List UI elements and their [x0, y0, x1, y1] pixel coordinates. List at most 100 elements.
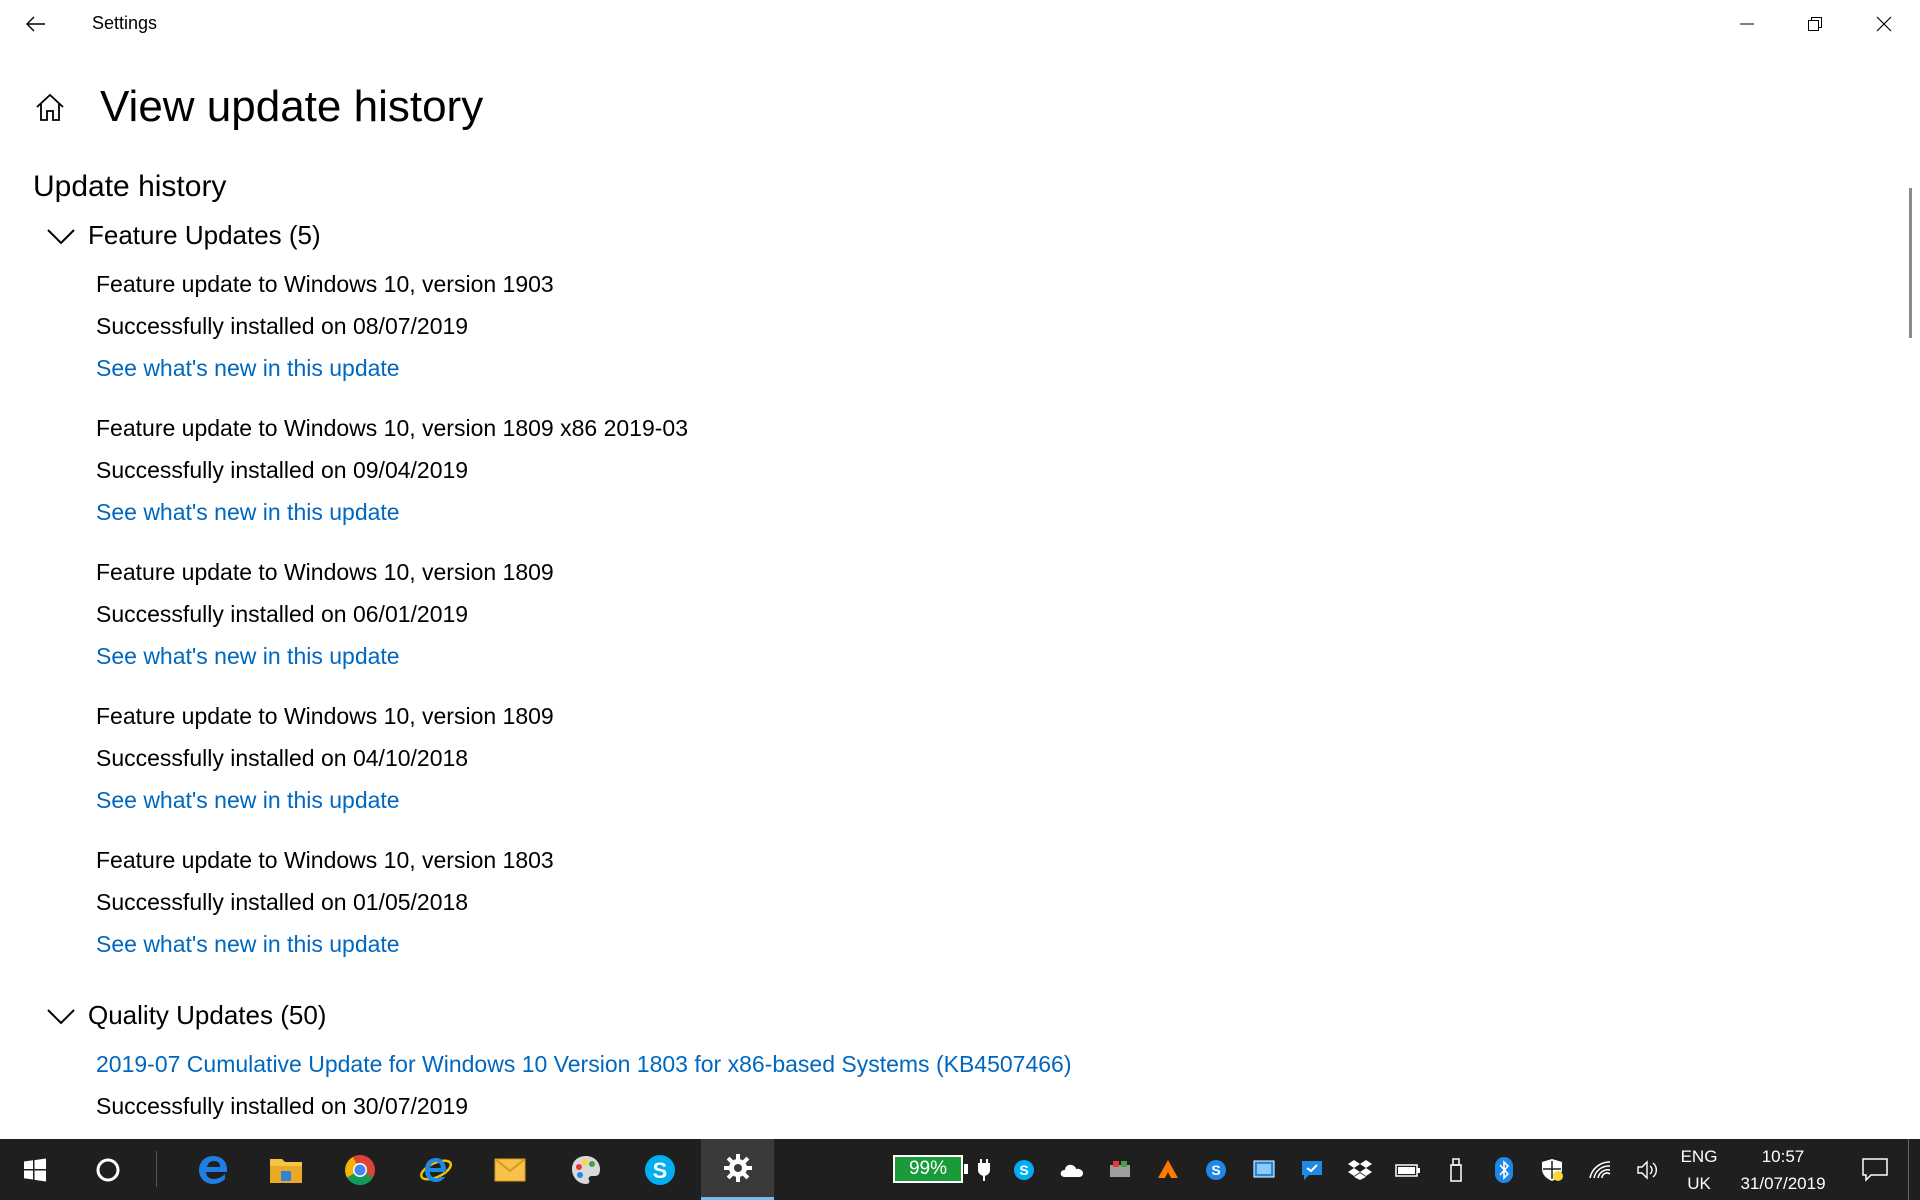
window-title: Settings	[92, 13, 158, 33]
file-explorer-icon	[270, 1158, 302, 1183]
tray-skype-button[interactable]: S	[1012, 1139, 1036, 1200]
input-language-button[interactable]: ENG UK	[1676, 1139, 1722, 1200]
skype-business-button[interactable]: S	[1202, 1139, 1230, 1200]
skype-icon: S	[645, 1154, 675, 1185]
onedrive-button[interactable]	[1058, 1139, 1086, 1200]
whats-new-link[interactable]: See what's new in this update	[96, 931, 400, 958]
svg-text:S: S	[1211, 1162, 1220, 1178]
update-title: Feature update to Windows 10, version 19…	[96, 271, 554, 297]
minimize-icon	[1740, 23, 1754, 25]
onedrive-cloud-icon	[1060, 1164, 1083, 1177]
volume-button[interactable]	[1634, 1139, 1662, 1200]
battery-tray-button[interactable]	[1394, 1139, 1422, 1200]
start-icon	[24, 1158, 46, 1181]
internet-explorer-taskbar-button[interactable]	[411, 1139, 461, 1200]
title-bar: Settings	[0, 0, 1920, 48]
content-area: View update history Update history Featu…	[0, 48, 1900, 1139]
back-button[interactable]	[16, 10, 56, 38]
whats-new-link[interactable]: See what's new in this update	[96, 355, 400, 382]
whats-new-link[interactable]: See what's new in this update	[96, 643, 400, 670]
back-arrow-icon	[26, 16, 45, 32]
display-tool-button[interactable]	[1250, 1139, 1278, 1200]
skype-icon: S	[1014, 1159, 1034, 1180]
chevron-down-icon	[47, 228, 75, 244]
restore-icon	[1808, 17, 1822, 31]
shield-warning-icon	[1542, 1158, 1563, 1181]
settings-gear-icon	[723, 1154, 752, 1182]
skype-business-icon: S	[1206, 1159, 1226, 1180]
mail-app-taskbar-button[interactable]	[485, 1139, 535, 1200]
paint-icon	[572, 1155, 600, 1184]
update-status: Successfully installed on 08/07/2019	[96, 313, 469, 339]
whats-new-link[interactable]: See what's new in this update	[96, 787, 400, 814]
start-button[interactable]	[10, 1139, 60, 1200]
clock-button[interactable]: 10:57 31/07/2019	[1728, 1139, 1838, 1200]
scrollbar[interactable]	[1900, 48, 1920, 1139]
chrome-taskbar-button[interactable]	[335, 1139, 385, 1200]
notification-icon	[1862, 1157, 1888, 1182]
quality-update-link[interactable]: 2019-07 Cumulative Update for Windows 10…	[96, 1051, 1072, 1078]
update-status: Successfully installed on 06/01/2019	[96, 601, 469, 627]
svg-text:S: S	[1019, 1162, 1028, 1178]
dropbox-icon	[1348, 1159, 1372, 1180]
power-plug-button[interactable]	[972, 1139, 996, 1200]
paint-taskbar-button[interactable]	[561, 1139, 611, 1200]
update-title: Feature update to Windows 10, version 18…	[96, 559, 554, 585]
settings-taskbar-button[interactable]	[701, 1139, 774, 1200]
page-title: View update history	[100, 82, 484, 131]
chat-bubble-icon	[1302, 1160, 1322, 1180]
close-button[interactable]	[1850, 0, 1918, 48]
update-title: Feature update to Windows 10, version 18…	[96, 847, 554, 873]
wifi-icon	[1589, 1160, 1611, 1178]
region-label: UK	[1687, 1173, 1711, 1193]
language-label: ENG	[1680, 1146, 1718, 1166]
chevron-down-icon	[47, 1008, 75, 1024]
home-icon[interactable]	[34, 92, 66, 122]
power-plug-icon	[978, 1158, 990, 1181]
taskbar-separator	[156, 1151, 157, 1187]
scrollbar-thumb[interactable]	[1909, 188, 1912, 338]
whats-new-link[interactable]: See what's new in this update	[96, 499, 400, 526]
svg-text:S: S	[653, 1158, 668, 1183]
dropbox-button[interactable]	[1346, 1139, 1374, 1200]
messaging-button[interactable]	[1298, 1139, 1326, 1200]
avast-icon	[1158, 1159, 1178, 1178]
quality-updates-header[interactable]: Quality Updates (50)	[46, 1000, 326, 1031]
action-center-button[interactable]	[1852, 1139, 1898, 1200]
network-tool-icon	[1110, 1160, 1130, 1177]
bluetooth-button[interactable]	[1490, 1139, 1518, 1200]
update-title: Feature update to Windows 10, version 18…	[96, 703, 554, 729]
clock-time: 10:57	[1761, 1146, 1805, 1166]
cortana-icon	[96, 1158, 120, 1181]
minimize-button[interactable]	[1713, 0, 1781, 48]
clock-date: 31/07/2019	[1740, 1173, 1826, 1193]
cortana-button[interactable]	[83, 1139, 133, 1200]
show-desktop-button[interactable]	[1908, 1139, 1920, 1200]
feature-updates-label: Feature Updates (5)	[88, 220, 321, 250]
taskbar: S 99% S S ENG UK 10:57 31/07/2019	[0, 1139, 1920, 1200]
edge-icon	[199, 1155, 227, 1184]
update-status: Successfully installed on 04/10/2018	[96, 745, 469, 771]
windows-security-button[interactable]	[1538, 1139, 1566, 1200]
edge-taskbar-button[interactable]	[188, 1139, 238, 1200]
update-status: Successfully installed on 09/04/2019	[96, 457, 469, 483]
restore-button[interactable]	[1781, 0, 1849, 48]
speaker-icon	[1637, 1159, 1657, 1180]
quality-updates-label: Quality Updates (50)	[88, 1000, 327, 1030]
page-header: View update history	[34, 82, 483, 132]
tray-app-button[interactable]	[1106, 1139, 1134, 1200]
avast-button[interactable]	[1154, 1139, 1182, 1200]
bluetooth-icon	[1495, 1156, 1513, 1183]
chrome-icon	[345, 1154, 375, 1185]
feature-updates-header[interactable]: Feature Updates (5)	[46, 220, 321, 251]
wifi-button[interactable]	[1586, 1139, 1614, 1200]
usb-eject-button[interactable]	[1442, 1139, 1470, 1200]
battery-indicator[interactable]: 99%	[893, 1155, 968, 1183]
monitor-icon	[1253, 1160, 1275, 1177]
section-title: Update history	[33, 170, 227, 203]
file-explorer-taskbar-button[interactable]	[261, 1139, 311, 1200]
update-status: Successfully installed on 30/07/2019	[96, 1093, 469, 1119]
skype-taskbar-button[interactable]: S	[635, 1139, 685, 1200]
update-title: Feature update to Windows 10, version 18…	[96, 415, 688, 441]
mail-app-icon	[494, 1157, 526, 1181]
